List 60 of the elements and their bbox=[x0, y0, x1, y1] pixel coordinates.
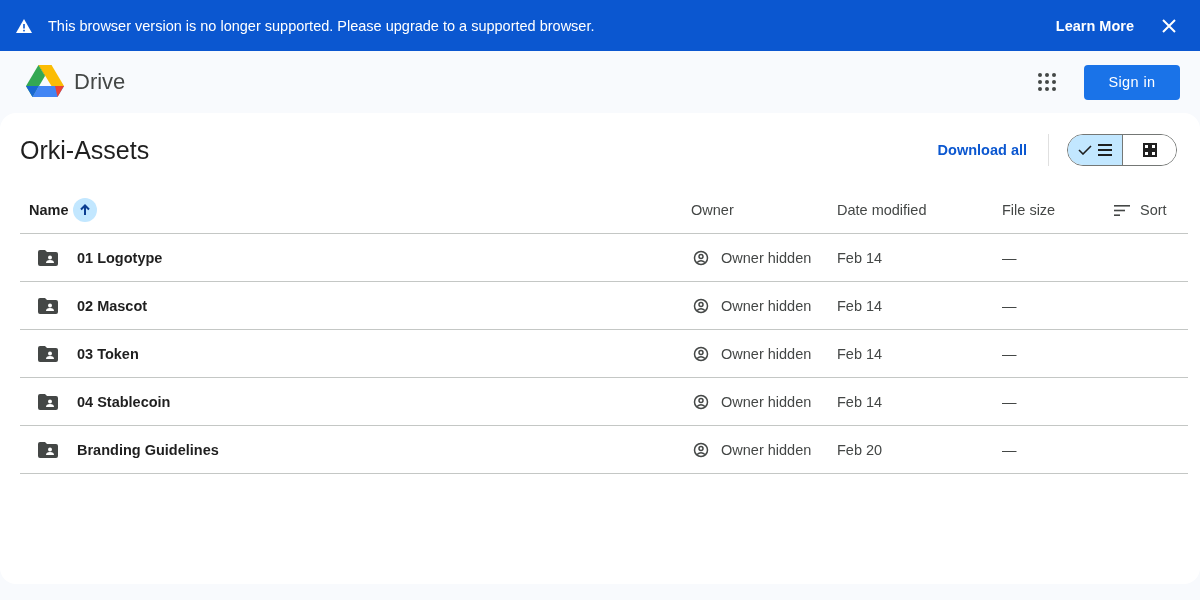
person-circle-icon bbox=[693, 345, 709, 362]
banner-message: This browser version is no longer supported. Please upgrade to a supported browser. bbox=[48, 17, 596, 34]
list-icon bbox=[1098, 144, 1112, 156]
date-modified: Feb 20 bbox=[837, 441, 883, 458]
arrow-up-icon bbox=[78, 204, 91, 216]
person-circle-icon bbox=[693, 297, 709, 314]
folder-row[interactable]: 03 Token Owner hidden Feb 14 — bbox=[20, 330, 1188, 378]
close-button[interactable] bbox=[1162, 18, 1176, 33]
owner-text: Owner hidden bbox=[721, 345, 812, 362]
owner-text: Owner hidden bbox=[721, 249, 812, 266]
shared-folder-icon bbox=[38, 441, 58, 458]
folder-title: Orki-Assets bbox=[20, 135, 150, 165]
grid-icon bbox=[1142, 143, 1157, 157]
close-icon bbox=[1162, 18, 1176, 33]
file-size: — bbox=[1002, 249, 1017, 266]
folder-row[interactable]: 02 Mascot Owner hidden Feb 14 — bbox=[20, 282, 1188, 330]
file-size: — bbox=[1002, 345, 1017, 362]
folder-name: 02 Mascot bbox=[77, 297, 148, 314]
folder-name: 04 Stablecoin bbox=[77, 393, 171, 410]
date-modified: Feb 14 bbox=[837, 297, 883, 314]
column-header[interactable]: File size bbox=[1002, 202, 1056, 218]
column-header[interactable]: Name bbox=[29, 202, 69, 218]
sign-in-button[interactable]: Sign in bbox=[1084, 64, 1180, 100]
download-all-link[interactable]: Download all bbox=[937, 142, 1027, 158]
app-name: Drive bbox=[74, 69, 126, 95]
folder-name: 03 Token bbox=[77, 345, 139, 362]
shared-folder-icon bbox=[38, 393, 58, 410]
file-size: — bbox=[1002, 393, 1017, 410]
date-modified: Feb 14 bbox=[837, 249, 883, 266]
person-circle-icon bbox=[693, 393, 709, 410]
folder-row[interactable]: Branding Guidelines Owner hidden Feb 20 — bbox=[20, 426, 1188, 474]
warning-icon bbox=[16, 18, 32, 33]
view-toggle[interactable] bbox=[1067, 134, 1177, 166]
file-size: — bbox=[1002, 297, 1017, 314]
shared-folder-icon bbox=[38, 297, 58, 314]
apps-grid-icon bbox=[1038, 73, 1056, 91]
folder-name: 01 Logotype bbox=[77, 249, 163, 266]
grid-view-button[interactable] bbox=[1122, 135, 1176, 165]
list-view-button[interactable] bbox=[1068, 135, 1122, 165]
shared-folder-icon bbox=[38, 249, 58, 266]
date-modified: Feb 14 bbox=[837, 393, 883, 410]
sort-button[interactable]: Sort bbox=[1114, 202, 1167, 218]
learn-more-link[interactable]: Learn More bbox=[1055, 17, 1134, 34]
sort-icon bbox=[1114, 204, 1130, 216]
folder-name: Branding Guidelines bbox=[77, 441, 219, 458]
drive-logo-icon bbox=[26, 65, 64, 99]
person-circle-icon bbox=[693, 441, 709, 458]
sort-direction-button[interactable] bbox=[72, 198, 97, 222]
person-circle-icon bbox=[693, 249, 709, 266]
shared-folder-icon bbox=[38, 345, 58, 362]
date-modified: Feb 14 bbox=[837, 345, 883, 362]
file-size: — bbox=[1002, 441, 1017, 458]
owner-text: Owner hidden bbox=[721, 393, 812, 410]
owner-text: Owner hidden bbox=[721, 441, 812, 458]
folder-row[interactable]: 01 Logotype Owner hidden Feb 14 — bbox=[20, 234, 1188, 282]
column-header[interactable]: Date modified bbox=[837, 202, 927, 218]
column-header[interactable]: Owner bbox=[691, 202, 734, 218]
check-icon bbox=[1078, 145, 1092, 155]
owner-text: Owner hidden bbox=[721, 297, 812, 314]
folder-row[interactable]: 04 Stablecoin Owner hidden Feb 14 — bbox=[20, 378, 1188, 426]
